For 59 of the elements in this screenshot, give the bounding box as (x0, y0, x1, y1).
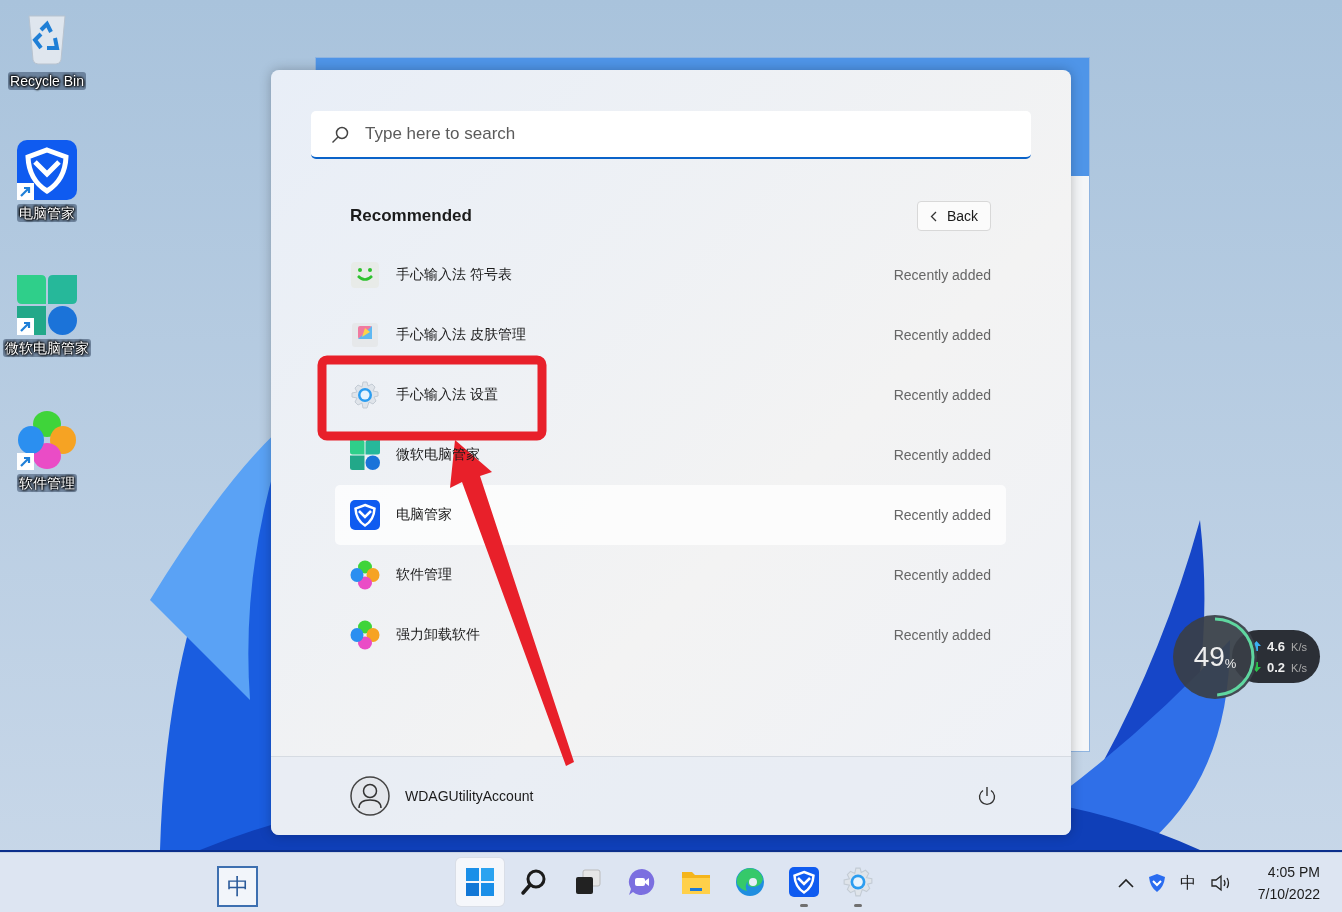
item-detail: Recently added (893, 567, 991, 583)
item-detail: Recently added (893, 627, 991, 643)
chevron-left-icon (929, 210, 937, 222)
recommended-item[interactable]: 手心输入法 皮肤管理 Recently added (335, 305, 1006, 365)
recommended-item[interactable]: 手心输入法 符号表 Recently added (335, 245, 1006, 305)
app-name: 手心输入法 设置 (396, 386, 499, 404)
recommended-item[interactable]: 电脑管家 Recently added (335, 485, 1006, 545)
app-name: 手心输入法 皮肤管理 (396, 326, 527, 344)
item-detail: Recently added (893, 507, 991, 523)
speaker-icon[interactable] (1209, 874, 1232, 892)
input-mode-indicator[interactable]: 中 (217, 866, 258, 907)
palette-icon (350, 320, 380, 350)
task-view-icon (574, 868, 602, 896)
chevron-up-icon[interactable] (1117, 878, 1134, 888)
shield-app-icon (350, 500, 380, 530)
item-detail: Recently added (893, 447, 991, 463)
clock[interactable]: 4:05 PM 7/10/2022 (1257, 864, 1320, 902)
smiley-icon (350, 260, 380, 290)
chat-icon (627, 867, 657, 897)
item-detail: Recently added (893, 387, 991, 403)
start-icon (465, 867, 495, 897)
speed-unit: K/s (1291, 661, 1307, 674)
app-name: 强力卸载软件 (396, 626, 481, 644)
gear-icon (350, 380, 380, 410)
shield-tray-icon[interactable] (1147, 873, 1166, 893)
memory-percent: 49 (1193, 641, 1225, 673)
shield-app-icon (17, 140, 77, 200)
recommended-item[interactable]: 手心输入法 设置 Recently added (335, 365, 1006, 425)
download-speed: 0.2 (1267, 659, 1286, 675)
edge-icon (735, 867, 765, 897)
section-title: Recommended (350, 206, 472, 226)
app-name: 电脑管家 (396, 506, 453, 524)
recommended-item[interactable]: 强力卸载软件 Recently added (335, 605, 1006, 665)
search-icon (520, 868, 548, 896)
search-field[interactable]: Type here to search (311, 111, 1031, 159)
power-button[interactable] (977, 786, 997, 806)
speed-unit: K/s (1291, 640, 1307, 653)
app-name: 手心输入法 符号表 (396, 266, 513, 284)
upload-speed: 4.6 (1267, 638, 1286, 654)
time: 4:05 PM (1267, 864, 1320, 880)
user-name[interactable]: WDAGUtilityAccount (405, 788, 977, 804)
recommended-item[interactable]: 软件管理 Recently added (335, 545, 1006, 605)
four-leaf-app-icon (17, 275, 77, 335)
petal-app-icon (350, 620, 380, 650)
item-detail: Recently added (893, 327, 991, 343)
gear-icon (842, 866, 874, 898)
petal-app-icon (17, 410, 77, 470)
four-leaf-app-icon (350, 440, 380, 470)
desktop-icon-label[interactable]: 电脑管家 (17, 204, 77, 222)
date: 7/10/2022 (1257, 886, 1320, 902)
petal-app-icon (350, 560, 380, 590)
desktop-icon-label[interactable]: Recycle Bin (8, 72, 86, 90)
user-avatar-icon[interactable] (350, 776, 390, 816)
percent-unit: % (1224, 655, 1237, 671)
ime-tray-indicator[interactable]: 中 (1179, 872, 1196, 894)
back-button[interactable]: Back (916, 201, 991, 231)
item-detail: Recently added (893, 267, 991, 283)
shield-app-icon (789, 867, 819, 897)
app-name: 软件管理 (396, 566, 453, 584)
